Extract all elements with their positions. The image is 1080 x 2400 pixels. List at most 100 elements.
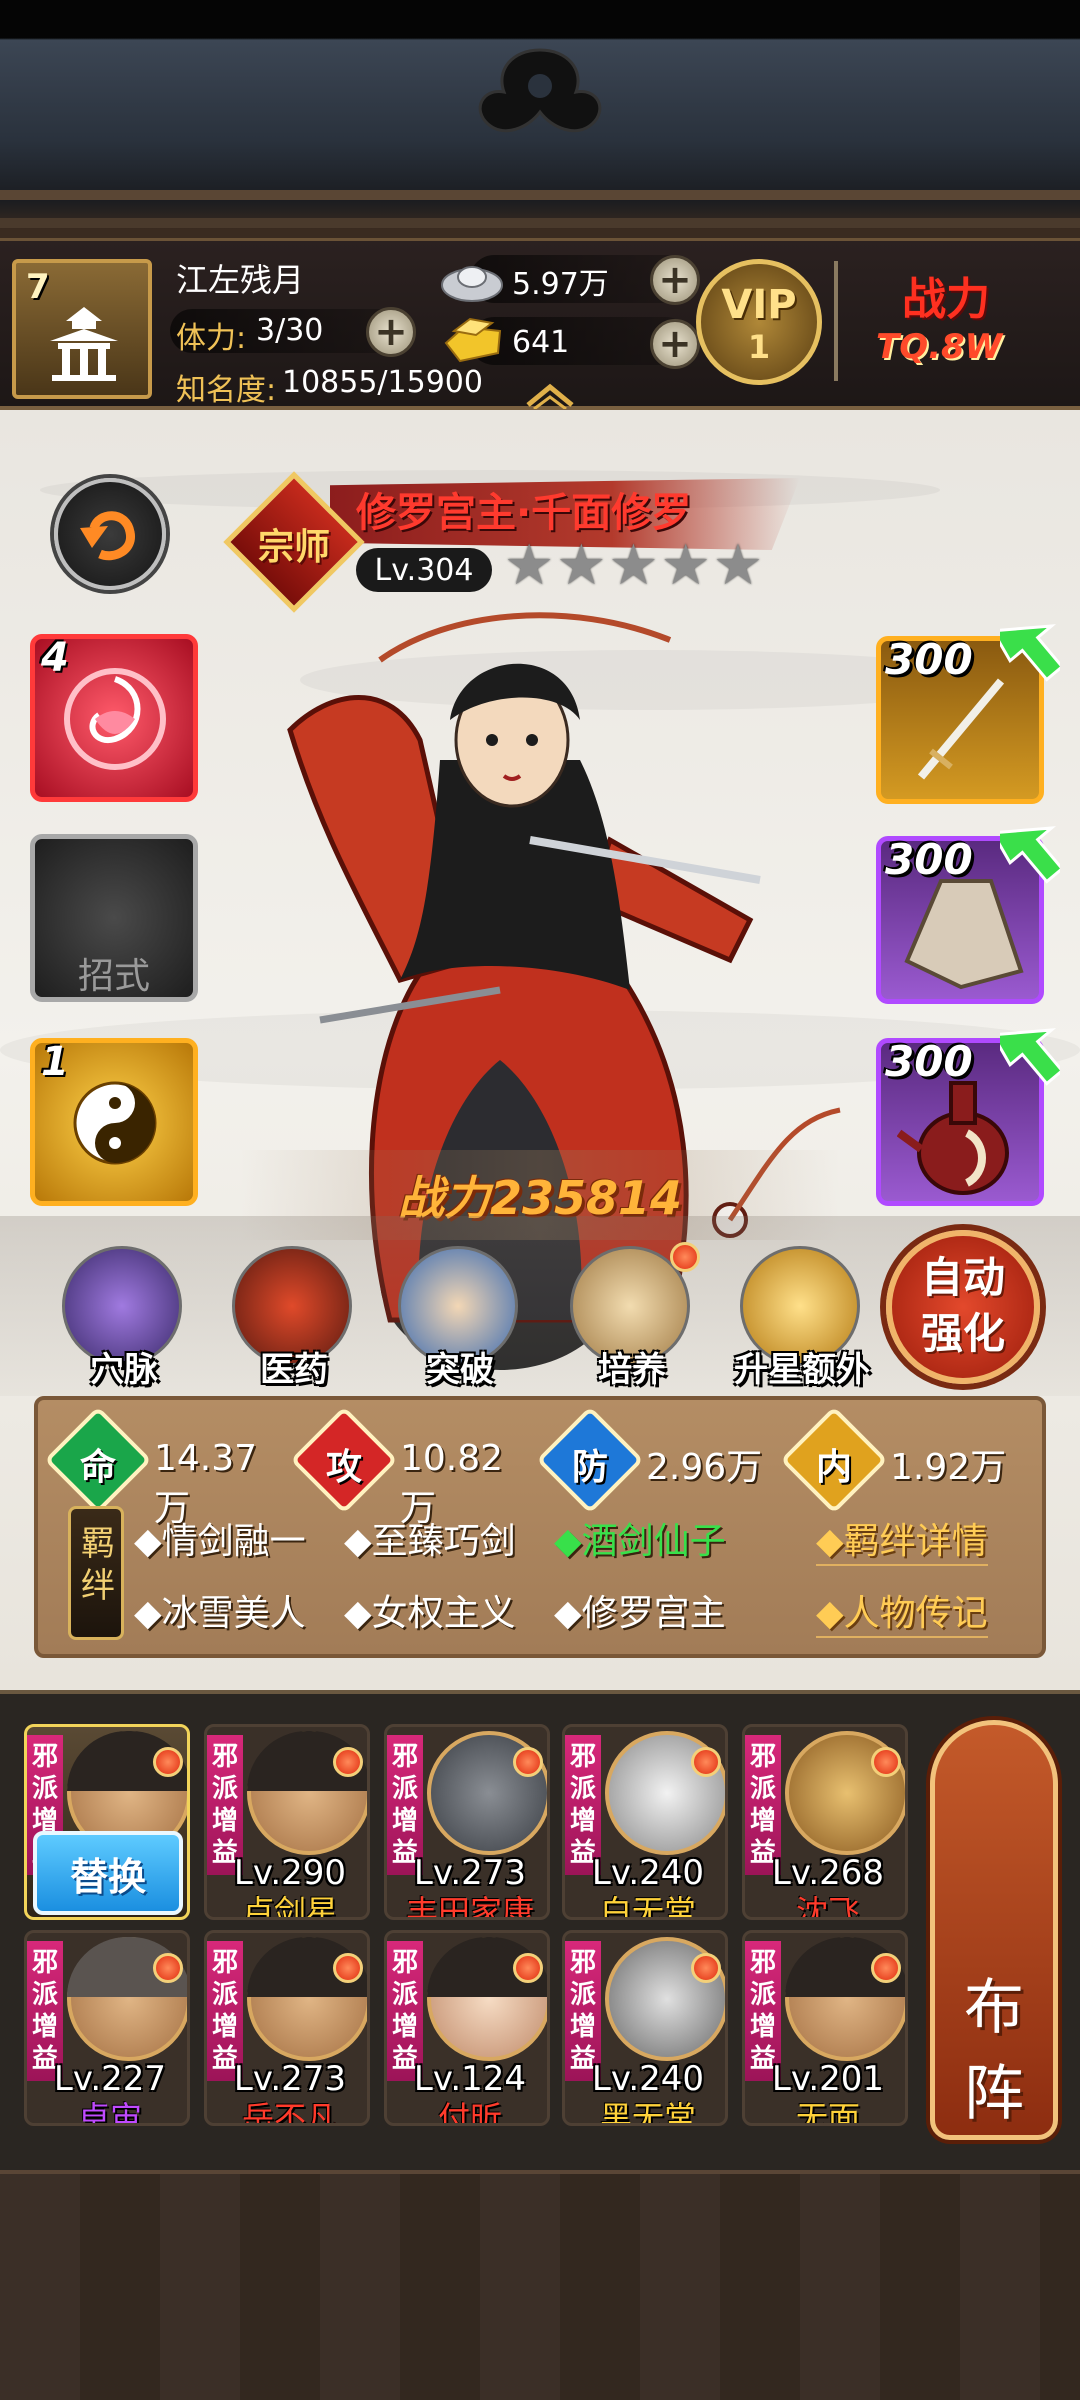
upgrade-arrow-icon [1000, 624, 1060, 682]
divider [834, 261, 838, 381]
star-icon: ★ [504, 533, 555, 598]
bond-item: ◆至臻巧剑 [344, 1521, 516, 1562]
back-arrow-icon [80, 511, 135, 561]
stat-inner: 内 1.92万 [780, 1406, 1024, 1514]
player-header: 7 江左残月 体力: 3/30 + 知名度: 10855/15900 5.97万… [0, 238, 1080, 410]
chevron-up-icon[interactable] [522, 379, 578, 409]
hero-name: 修罗宫主·千面修罗 [356, 490, 692, 536]
swap-button[interactable]: 替换 [33, 1831, 183, 1915]
bond-item: ◆女权主义 [344, 1593, 516, 1634]
team-member-card[interactable]: 邪派增益 Lv.201 无面 [742, 1930, 908, 2126]
player-avatar[interactable]: 7 [12, 259, 152, 399]
slot-count: 4 [41, 635, 69, 681]
bond-item: ◆修罗宫主 [554, 1593, 726, 1634]
stat-value: 1.92万 [890, 1447, 1007, 1488]
vip-badge[interactable]: VIP 1 [696, 259, 822, 385]
team-member-card[interactable]: 邪派增益 Lv.273 丰田家康 [384, 1724, 550, 1920]
member-name: 卢剑星 [241, 1893, 338, 1920]
menu-label: 升星额外 [734, 1350, 870, 1390]
character-bio-link[interactable]: ◆人物传记 [816, 1584, 988, 1638]
notification-dot [513, 1747, 543, 1777]
team-lineup: 邪派增益 替换 邪派增益 Lv.290 卢剑星 邪派增益 Lv.273 丰田家康… [0, 1690, 1080, 2170]
notification-dot [153, 1747, 183, 1777]
silver-amount: 5.97万 [512, 267, 609, 302]
notification-dot [513, 1953, 543, 1983]
formation-label: 布阵 [964, 1973, 1024, 2129]
team-member-card[interactable]: 邪派增益 Lv.240 黑无常 [562, 1930, 728, 2126]
stat-gem-label: 命 [79, 1447, 116, 1488]
member-name: 卓宙 [77, 2099, 142, 2126]
rank-badge-text: 宗师 [257, 527, 330, 568]
auto-line2: 强化 [920, 1309, 1005, 1358]
team-member-card[interactable]: 邪派增益 Lv.273 岳不凡 [204, 1930, 370, 2126]
member-name: 付昕 [437, 2099, 502, 2126]
member-name: 沈飞 [795, 1893, 860, 1920]
stat-gem-label: 内 [815, 1447, 852, 1488]
star-icon: ★ [712, 533, 764, 598]
combat-power-badge[interactable]: 战力 TQ.8W [862, 257, 1068, 393]
back-button[interactable] [54, 478, 166, 590]
bond-tag: 羁绊 [68, 1506, 124, 1640]
notification-dot [333, 1747, 363, 1777]
stat-value: 2.96万 [646, 1447, 763, 1488]
fame-label: 知名度: [176, 373, 277, 408]
notification-dot [871, 1953, 901, 1983]
roof-banner [0, 0, 1080, 240]
slot-count: 1 [41, 1039, 69, 1085]
menu-label: 穴脉 [90, 1350, 158, 1390]
stats-panel: 命 14.37万 攻 10.82万 防 2.96万 内 1.92万 羁绊 ◆情剑… [34, 1396, 1046, 1658]
slot-label: 招式 [77, 956, 150, 997]
team-member-card[interactable]: 邪派增益 Lv.290 卢剑星 [204, 1724, 370, 1920]
jug-icon [897, 1081, 1009, 1195]
bond-details-link[interactable]: ◆羁绊详情 [816, 1512, 988, 1566]
star-icon: ★ [556, 533, 607, 598]
bond-item-active: ◆酒剑仙子 [554, 1521, 726, 1562]
team-member-card[interactable]: 邪派增益 Lv.124 付昕 [384, 1930, 550, 2126]
hero-level: Lv.304 [356, 548, 492, 592]
stamina-value: 3/30 [256, 313, 324, 348]
gold-ingot-icon [444, 317, 502, 363]
skill-slot-2[interactable]: 招式 [30, 834, 198, 1002]
team-member-card[interactable]: 邪派增益 Lv.227 卓宙 [24, 1930, 190, 2126]
bond-item: ◆情剑融一 [134, 1521, 306, 1562]
menu-item-meridian[interactable]: 穴脉 [58, 1246, 188, 1396]
team-member-card[interactable]: 邪派增益 替换 [24, 1724, 190, 1920]
vip-level: 1 [747, 328, 771, 366]
menu-item-breakthrough[interactable]: 突破 [394, 1246, 524, 1396]
stat-attack: 攻 10.82万 [290, 1406, 534, 1529]
yin-yang-icon [73, 1081, 157, 1165]
menu-label: 突破 [426, 1350, 494, 1390]
star-icon: ★ [660, 533, 711, 598]
notification-dot [333, 1953, 363, 1983]
menu-item-training[interactable]: 培养 [566, 1242, 700, 1396]
menu-label: 医药 [260, 1350, 328, 1390]
skill-slot-3[interactable]: 1 [30, 1038, 198, 1206]
stamina-label: 体力: [176, 321, 247, 356]
player-name: 江左残月 [176, 261, 305, 299]
team-member-card[interactable]: 邪派增益 Lv.240 白无常 [562, 1724, 728, 1920]
power-label: 战力 [902, 274, 990, 325]
temple-icon [50, 307, 118, 381]
stat-gem-label: 攻 [325, 1447, 362, 1488]
add-silver-button[interactable]: + [650, 255, 700, 305]
notification-dot [153, 1953, 183, 1983]
add-gold-button[interactable]: + [650, 319, 700, 369]
swirl-skill-icon [64, 668, 166, 770]
team-member-card[interactable]: 邪派增益 Lv.268 沈飞 [742, 1724, 908, 1920]
formation-button[interactable]: 布阵 [930, 1720, 1058, 2140]
add-stamina-button[interactable]: + [366, 307, 416, 357]
skill-slot-1[interactable]: 4 [30, 634, 198, 802]
stat-gem-label: 防 [571, 1447, 608, 1488]
notification-dot [691, 1953, 721, 1983]
menu-item-star-up[interactable]: 升星额外 [734, 1246, 870, 1396]
notification-dot [670, 1242, 700, 1272]
menu-item-medicine[interactable]: 医药 [228, 1246, 358, 1396]
menu-label: 培养 [598, 1350, 666, 1390]
stat-defense: 防 2.96万 [536, 1406, 780, 1514]
bond-item: ◆冰雪美人 [134, 1593, 306, 1634]
gold-amount: 641 [512, 325, 570, 360]
star-icon: ★ [608, 533, 659, 598]
sword-icon [917, 678, 1005, 780]
vip-label: VIP [721, 282, 797, 328]
auto-enhance-button[interactable]: 自动 强化 [886, 1230, 1040, 1384]
